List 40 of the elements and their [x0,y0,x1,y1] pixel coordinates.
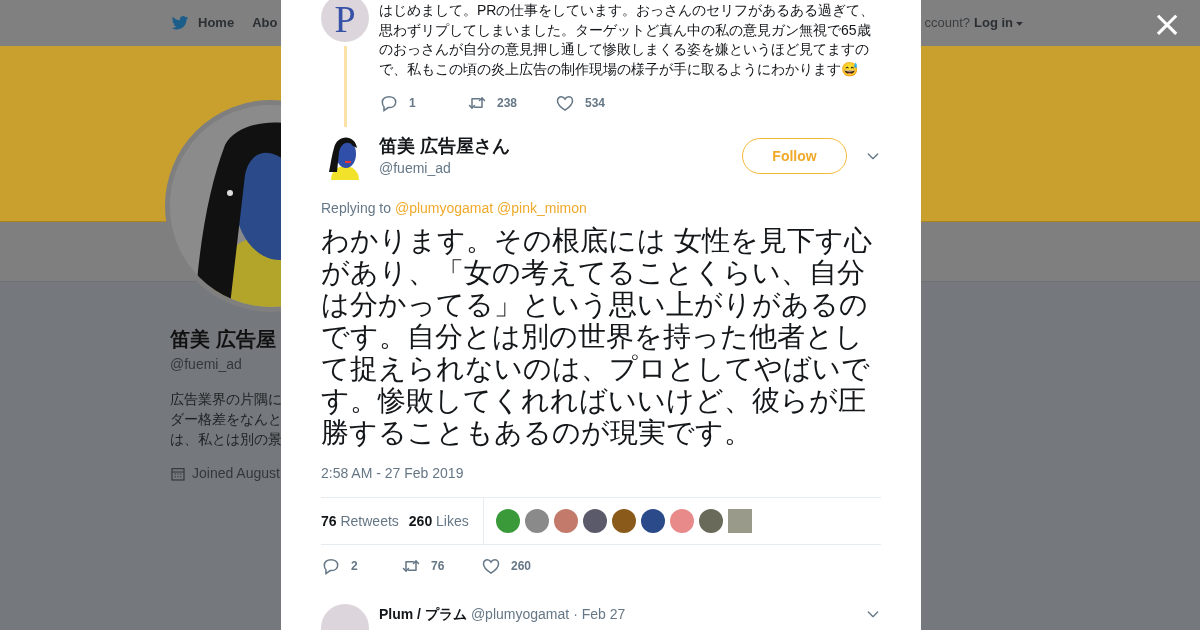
tweet-time: 2:58 AM - 27 Feb 2019 [321,464,465,483]
like-count: 260 [511,558,532,575]
reply-icon [379,93,399,113]
reply-icon [321,556,341,576]
close-button[interactable]: × [1148,4,1186,44]
author-name: Plum / プラム [379,605,467,624]
heart-icon [555,93,575,113]
about-link[interactable]: Abo [252,13,278,33]
avatar: P [321,0,369,42]
replying-to-text: Replying to @plumyogamat @pink_mimon [321,199,588,218]
account-prompt: ccount? [924,14,970,33]
login-link[interactable]: Log in [974,13,1024,33]
reply-count: 1 [409,95,416,112]
liker-avatar[interactable] [698,509,723,533]
liker-avatar[interactable] [640,509,665,533]
retweet-count: 76 [431,558,445,575]
home-link[interactable]: Home [170,13,235,33]
author-handle: @plumyogamat [470,605,570,624]
reply-count: 2 [351,558,358,575]
liker-avatar[interactable] [611,509,636,533]
retweet-count: 238 [497,95,518,112]
liker-avatar[interactable] [582,509,607,533]
calendar-icon [170,465,186,482]
like-count: 534 [585,95,606,112]
tweet-text: はじめまして。PRの仕事をしています。おっさんのセリフがあるある過ぎて、思わずリプしてしまいました。ターゲットど真ん中の私の意見ガン無視で65歳のおっさんが自分の意見押し通して惨敗しまくる姿を嫌というほど見てますので、私もこの頃の炎上広告の制作現場の様子が手に取るようにわかります😅 [379,1,876,79]
likes-stat[interactable]: 260 Likes [408,510,469,532]
profile-name: 笛美 広告屋 [170,327,276,352]
author-handle: @fuemi_ad [379,158,452,178]
tweet-date: · Feb 27 [573,605,626,624]
bird-icon [170,14,190,32]
retweets-stat[interactable]: 76 Retweets [321,510,399,532]
joined-date: Joined August [192,464,280,483]
profile-bio: 広告業界の片隅に ダー格差をなんと は、私とは別の景 [170,390,282,449]
profile-handle: @fuemi_ad [170,355,242,374]
mention-link[interactable]: @plumyogamat [394,200,494,216]
heart-icon [481,556,501,576]
mention-link[interactable]: @pink_mimon [497,200,587,216]
liker-avatar[interactable] [495,509,520,533]
author-name: 笛美 広告屋さん [379,134,511,158]
tweet-text: わかります。その根底には 女性を見下す心があり、「女の考えてることくらい、自分は分かってる」という思い上がりがあるのです。自分とは別の世界を持った他者として捉えられないのは、プロとしてやばいです。惨敗してくれればいいけど、彼らが圧勝することもあるのが現実です。 [321,225,873,449]
